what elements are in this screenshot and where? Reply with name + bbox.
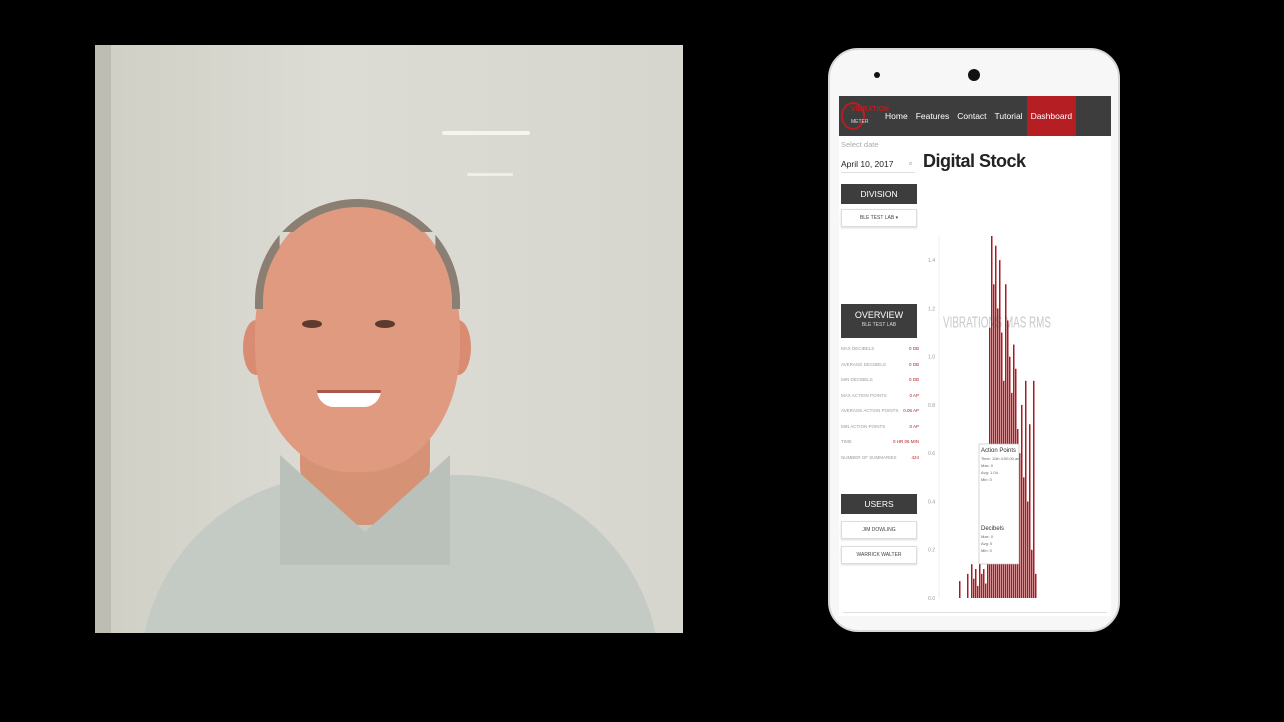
stat-value: 0.06 AP: [903, 408, 919, 413]
tooltip-text: Action Points: [981, 448, 1016, 454]
phone-mockup: VIBRATION METER Home Features Contact Tu…: [828, 48, 1120, 632]
division-header: DIVISION: [841, 184, 917, 204]
date-input[interactable]: April 10, 2017: [841, 156, 915, 173]
overview-header: OVERVIEW BLE TEST LAB: [841, 304, 917, 338]
users-header: USERS: [841, 494, 917, 514]
stat-label: MAX DECIBELS: [841, 346, 875, 351]
page-title: Digital Stock: [923, 151, 1026, 171]
caret-down-icon: ▾: [895, 215, 899, 221]
eye: [375, 320, 395, 328]
stat-value: 0 DB: [908, 361, 919, 367]
nav-contact[interactable]: Contact: [953, 96, 990, 136]
y-tick-label: 0.4: [928, 499, 935, 505]
phone-screen: VIBRATION METER Home Features Contact Tu…: [839, 96, 1111, 616]
tooltip-text: Min: 0: [981, 548, 993, 553]
bar: [985, 583, 987, 598]
tooltip-text: Avg: 1.04: [981, 470, 999, 475]
camera-icon: [968, 69, 980, 81]
stat-row: TIME 0 HR 06 MIN: [841, 439, 919, 455]
y-tick-label: 1.0: [928, 355, 935, 361]
nav-home[interactable]: Home: [881, 96, 912, 136]
door-frame: [95, 45, 111, 633]
eye: [302, 320, 322, 328]
bar: [1033, 380, 1035, 598]
stat-label: AVERAGE ACTION POINTS: [841, 408, 899, 413]
nav-tutorial[interactable]: Tutorial: [991, 96, 1027, 136]
y-tick-label: 0.0: [928, 596, 935, 602]
brand-logo[interactable]: VIBRATION METER: [841, 100, 889, 132]
y-tick-label: 0.8: [928, 403, 935, 409]
footer-divider: [843, 612, 1107, 613]
user-button-warrick-walter[interactable]: WARRICK WALTER: [841, 546, 917, 564]
smile: [317, 390, 381, 407]
tooltip-text: Min: 0: [981, 477, 993, 482]
overview-stats: MAX DECIBELS 0 DB AVERAGE DECIBELS 0 DB MI…: [841, 346, 919, 470]
stat-label: TIME: [841, 439, 852, 444]
ceiling-light-reflection: [442, 131, 530, 135]
bar: [967, 573, 969, 598]
bar: [973, 578, 975, 598]
y-tick-label: 1.4: [928, 258, 935, 264]
bar: [1031, 549, 1033, 598]
stat-row: MAX ACTION POINTS 0 AP: [841, 393, 919, 409]
nav-features[interactable]: Features: [912, 96, 954, 136]
bar: [1025, 380, 1027, 598]
stat-value: 0 AP: [909, 423, 919, 429]
chart-tooltip-box: [978, 443, 1020, 565]
bar: [1023, 477, 1025, 598]
bar: [1035, 573, 1037, 598]
top-navbar: VIBRATION METER Home Features Contact Tu…: [839, 96, 1111, 136]
stat-value: 0 HR 06 MIN: [892, 439, 919, 444]
division-dropdown[interactable]: BLE TEST LAB ▾: [841, 209, 917, 227]
stat-value: 0 DB: [908, 346, 919, 351]
tooltip-text: Avg: 0: [981, 541, 993, 546]
bar: [975, 569, 977, 598]
stat-value: 0 AP: [909, 392, 919, 398]
bar: [1029, 424, 1031, 598]
bar: [1027, 501, 1029, 598]
stat-label: MAX ACTION POINTS: [841, 392, 887, 398]
y-tick-label: 0.6: [928, 451, 935, 457]
vibration-chart: 0.0 0.2 0.4 0.6 0.8 1.0 1.2 1.4 VIBRATIONS MAS R…: [923, 236, 1107, 606]
tooltip-text: Decibels: [981, 526, 1004, 532]
stat-row: AVERAGE ACTION POINTS 0.06 AP: [841, 408, 919, 424]
stat-label: NUMBER OF SUMMARIES: [841, 454, 897, 460]
division-dropdown-label: BLE TEST LAB: [859, 215, 895, 221]
tooltip-text: Max: 0: [981, 534, 994, 539]
stat-label: MIN ACTION POINTS: [841, 423, 886, 429]
y-tick-label: 0.2: [928, 548, 935, 554]
overview-subtitle: BLE TEST LAB: [861, 322, 897, 328]
tooltip-text: Max: 0: [981, 463, 994, 468]
stat-row: MIN ACTION POINTS 0 AP: [841, 424, 919, 440]
bar: [981, 573, 983, 598]
stat-row: NUMBER OF SUMMARIES 424: [841, 455, 919, 471]
bar: [1021, 404, 1023, 598]
user-button-jim-dowling[interactable]: JIM DOWLING: [841, 521, 917, 539]
stat-value: 424: [911, 454, 919, 460]
y-tick-label: 1.2: [928, 306, 935, 312]
sensor-icon: [874, 72, 880, 78]
stat-label: AVERAGE DECIBELS: [841, 361, 886, 367]
calendar-icon[interactable]: ▫: [909, 159, 912, 168]
logo-subtext: METER: [851, 119, 869, 125]
nav-dashboard[interactable]: Dashboard: [1026, 96, 1077, 136]
select-date-label: Select date: [841, 140, 879, 149]
stat-value: 0 DB: [908, 377, 919, 382]
stat-row: MIN DECIBELS 0 DB: [841, 377, 919, 393]
chart-svg: 0.00.20.40.60.81.01.21.4VIBRATIONS MAS R…: [928, 236, 1051, 602]
portrait-photo: [95, 45, 683, 633]
head: [255, 202, 460, 472]
overview-title: OVERVIEW: [854, 310, 904, 320]
bar: [977, 585, 979, 598]
stat-row: AVERAGE DECIBELS 0 DB: [841, 362, 919, 378]
bar: [971, 564, 973, 598]
ceiling-light-reflection: [467, 173, 513, 176]
stat-label: MIN DECIBELS: [841, 377, 873, 382]
stat-row: MAX DECIBELS 0 DB: [841, 346, 919, 362]
tooltip-text: Time: 11th 4:00:00 am: [981, 456, 1021, 461]
bar: [959, 581, 961, 598]
bar: [983, 569, 985, 598]
